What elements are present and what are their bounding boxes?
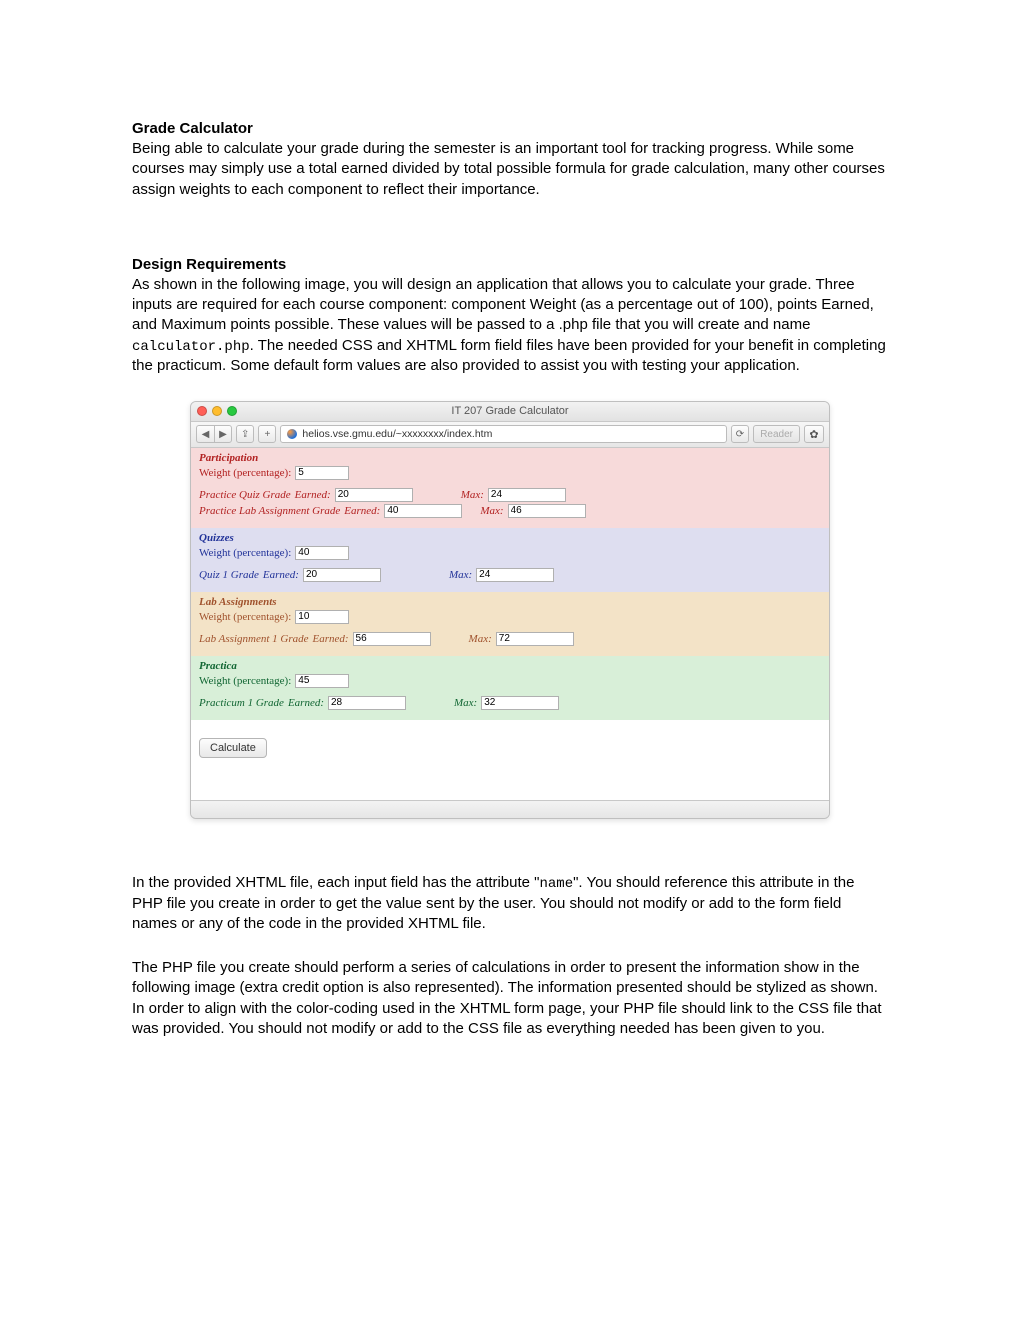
max-label: Max: <box>469 633 492 645</box>
browser-window: IT 207 Grade Calculator ◀ ▶ ⇪ + helios.v… <box>190 401 830 819</box>
p3-text-a: In the provided XHTML file, each input f… <box>132 874 540 891</box>
weight-label: Weight (percentage): <box>199 675 291 687</box>
weight-label: Weight (percentage): <box>199 547 291 559</box>
practicum1-max-input[interactable] <box>481 696 559 710</box>
practica-weight-input[interactable] <box>295 674 349 688</box>
form-body: Participation Weight (percentage): Pract… <box>191 448 829 800</box>
item-name: Quiz 1 Grade <box>199 569 259 581</box>
reader-button[interactable]: Reader <box>753 425 800 443</box>
php-output-paragraph: The PHP file you create should perform a… <box>132 958 888 1039</box>
quiz1-earned-input[interactable] <box>303 568 381 582</box>
share-button[interactable]: ⇪ <box>236 425 254 443</box>
practicum1-earned-input[interactable] <box>328 696 406 710</box>
practice-lab-max-input[interactable] <box>508 504 586 518</box>
earned-suffix: Earned: <box>313 633 349 645</box>
lab1-max-input[interactable] <box>496 632 574 646</box>
practice-lab-earned-input[interactable] <box>384 504 462 518</box>
design-paragraph: As shown in the following image, you wil… <box>132 275 888 377</box>
page-title: Grade Calculator <box>132 120 888 137</box>
earned-suffix: Earned: <box>288 697 324 709</box>
section-title-labs: Lab Assignments <box>199 596 821 608</box>
minimize-icon[interactable] <box>212 406 222 416</box>
zoom-icon[interactable] <box>227 406 237 416</box>
section-practica: Practica Weight (percentage): Practicum … <box>191 656 829 720</box>
section-heading-design: Design Requirements <box>132 256 888 273</box>
calculate-button[interactable]: Calculate <box>199 738 267 758</box>
section-labs: Lab Assignments Weight (percentage): Lab… <box>191 592 829 656</box>
name-attribute-paragraph: In the provided XHTML file, each input f… <box>132 873 888 934</box>
item-name: Practicum 1 Grade <box>199 697 284 709</box>
quiz1-max-input[interactable] <box>476 568 554 582</box>
section-quizzes: Quizzes Weight (percentage): Quiz 1 Grad… <box>191 528 829 592</box>
new-tab-button[interactable]: + <box>258 425 276 443</box>
code-calculator-php: calculator.php <box>132 339 250 355</box>
max-label: Max: <box>461 489 484 501</box>
max-label: Max: <box>480 505 503 517</box>
weight-label: Weight (percentage): <box>199 467 291 479</box>
close-icon[interactable] <box>197 406 207 416</box>
participation-weight-input[interactable] <box>295 466 349 480</box>
gear-icon[interactable]: ✿ <box>804 425 824 443</box>
earned-suffix: Earned: <box>295 489 331 501</box>
browser-toolbar: ◀ ▶ ⇪ + helios.vse.gmu.edu/~xxxxxxxx/ind… <box>191 422 829 448</box>
code-name-attr: name <box>540 876 574 892</box>
status-bar <box>191 800 829 818</box>
quizzes-weight-input[interactable] <box>295 546 349 560</box>
weight-label: Weight (percentage): <box>199 611 291 623</box>
url-text: helios.vse.gmu.edu/~xxxxxxxx/index.htm <box>302 428 492 440</box>
item-name: Lab Assignment 1 Grade <box>199 633 309 645</box>
item-name: Practice Quiz Grade <box>199 489 291 501</box>
labs-weight-input[interactable] <box>295 610 349 624</box>
forward-button[interactable]: ▶ <box>214 425 232 443</box>
refresh-button[interactable]: ⟳ <box>731 425 749 443</box>
favicon-icon <box>287 429 297 439</box>
max-label: Max: <box>454 697 477 709</box>
section-title-practica: Practica <box>199 660 821 672</box>
window-titlebar: IT 207 Grade Calculator <box>191 402 829 422</box>
earned-suffix: Earned: <box>263 569 299 581</box>
section-title-quizzes: Quizzes <box>199 532 821 544</box>
intro-paragraph: Being able to calculate your grade durin… <box>132 139 888 200</box>
section-title-participation: Participation <box>199 452 821 464</box>
item-name: Practice Lab Assignment Grade <box>199 505 340 517</box>
section-participation: Participation Weight (percentage): Pract… <box>191 448 829 528</box>
practice-quiz-max-input[interactable] <box>488 488 566 502</box>
earned-suffix: Earned: <box>344 505 380 517</box>
lab1-earned-input[interactable] <box>353 632 431 646</box>
address-bar[interactable]: helios.vse.gmu.edu/~xxxxxxxx/index.htm <box>280 425 726 443</box>
practice-quiz-earned-input[interactable] <box>335 488 413 502</box>
window-title: IT 207 Grade Calculator <box>451 405 568 417</box>
back-button[interactable]: ◀ <box>196 425 214 443</box>
max-label: Max: <box>449 569 472 581</box>
design-text-a: As shown in the following image, you wil… <box>132 276 874 334</box>
